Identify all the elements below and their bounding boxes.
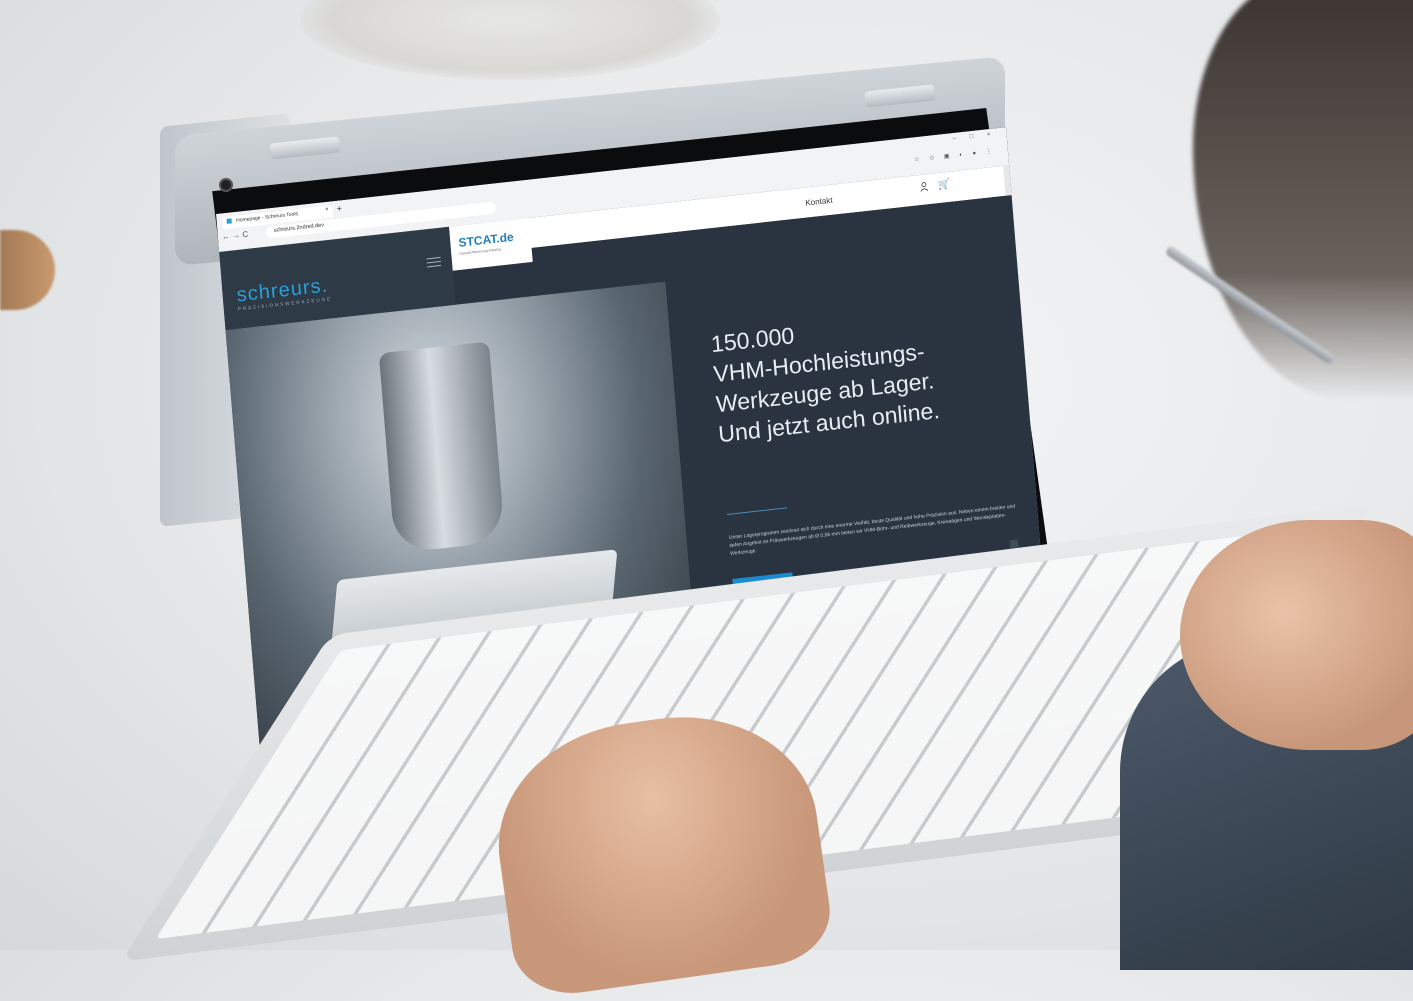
partner-logo[interactable]: STCAT.de	[458, 230, 514, 250]
partner-logo-box[interactable]: STCAT.de Spezial-Werkzeug-Katalog	[449, 217, 533, 271]
new-tab-button[interactable]: +	[336, 203, 342, 214]
cart-icon[interactable]: 🛒	[938, 179, 951, 191]
hamburger-menu-icon[interactable]	[426, 254, 442, 271]
favicon-icon	[226, 218, 232, 225]
address-text: schreurs.2ndred.dev	[273, 222, 325, 234]
photo-scene: Homepage - Schreurs Tools × + ← → C schr…	[0, 0, 1413, 1001]
extension-icons[interactable]: ☆ ✩ ▣ ◐ ● ⋮	[914, 147, 996, 163]
tab-close-icon[interactable]: ×	[325, 207, 329, 213]
headline-divider	[726, 507, 788, 515]
nav-buttons[interactable]: ← → C	[222, 230, 249, 242]
background-wood-object	[0, 230, 55, 310]
tab-title: Homepage - Schreurs Tools	[235, 211, 299, 224]
window-controls[interactable]: – □ ×	[952, 131, 996, 142]
background-bowl	[300, 0, 720, 80]
user-account-icon[interactable]	[920, 181, 929, 192]
hero-headline: 150.000 VHM-Hochleistungs- Werkzeuge ab …	[710, 296, 1020, 449]
